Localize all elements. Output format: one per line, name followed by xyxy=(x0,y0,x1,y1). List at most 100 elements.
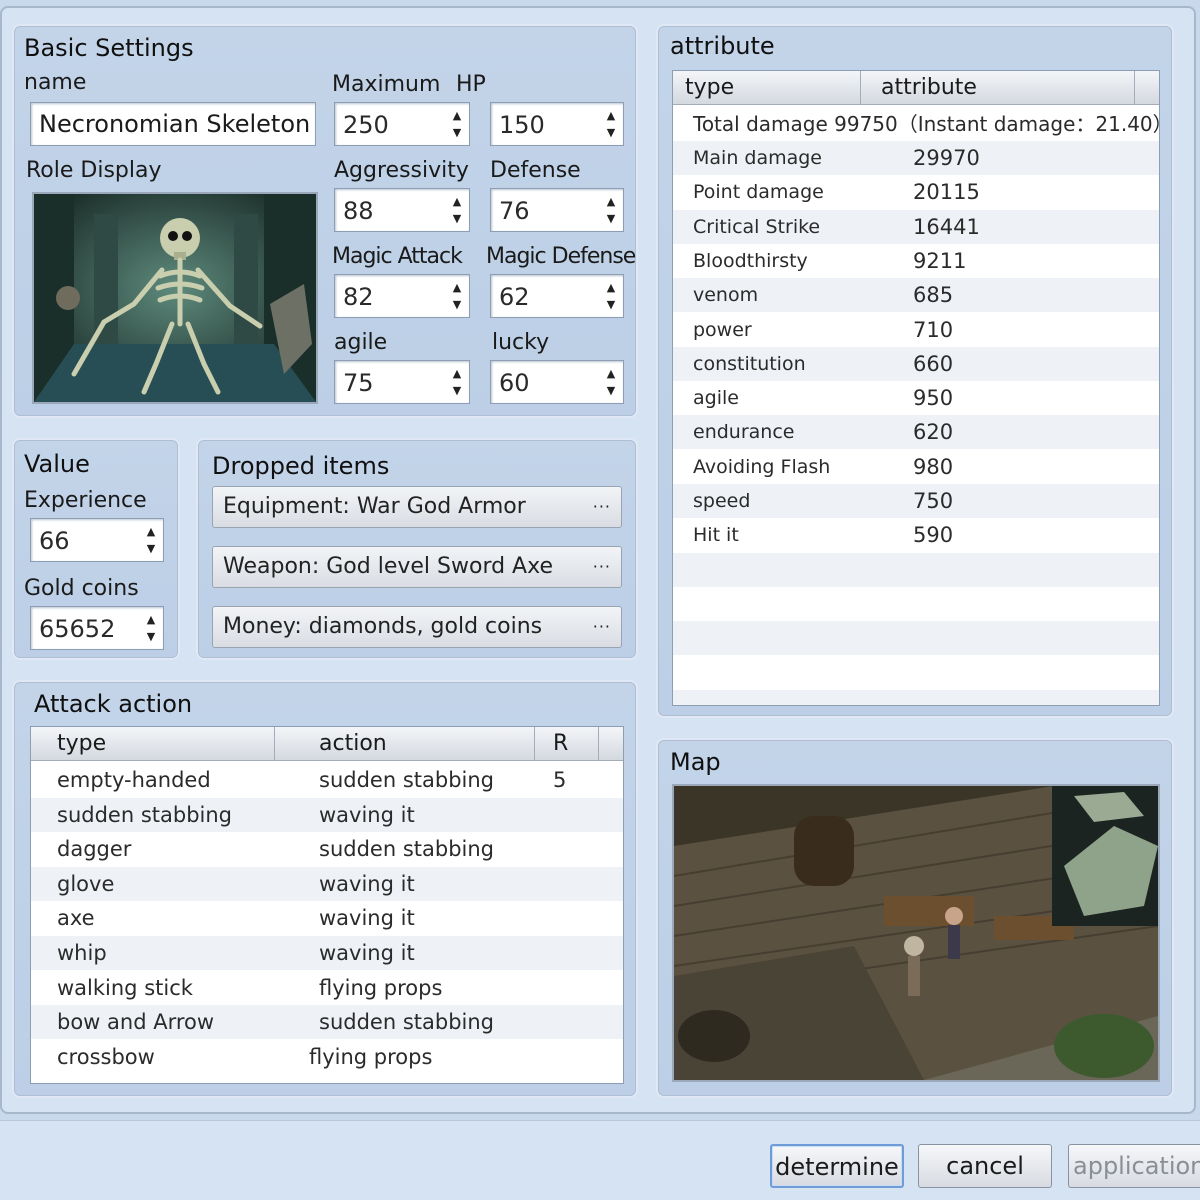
total-damage-row[interactable]: Total damage 99750（Instant damage：21.40） xyxy=(673,107,1159,141)
spin-up-icon[interactable]: ▲ xyxy=(449,365,465,382)
agile-spinner[interactable]: 75 ▲ ▼ xyxy=(334,360,470,404)
spin-up-icon[interactable]: ▲ xyxy=(143,523,159,540)
attribute-type-cell: power xyxy=(693,318,752,341)
more-icon: ··· xyxy=(592,617,611,636)
table-row[interactable] xyxy=(673,621,1159,656)
attack-action-cell: waving it xyxy=(319,906,415,931)
defense-value: 76 xyxy=(499,197,530,225)
dropped-item-label: Equipment: War God Armor xyxy=(223,494,526,519)
spin-up-icon[interactable]: ▲ xyxy=(603,107,619,124)
application-button[interactable]: application xyxy=(1068,1144,1200,1188)
table-row[interactable]: Avoiding Flash 980 xyxy=(673,450,1159,484)
magic-defense-spinner[interactable]: 62 ▲ ▼ xyxy=(490,274,624,318)
table-row[interactable] xyxy=(673,587,1159,621)
attribute-type-cell: Main damage xyxy=(693,147,823,169)
attack-action-table: type action R empty-handed sudden stabbin… xyxy=(30,726,624,1084)
spin-up-icon[interactable]: ▲ xyxy=(603,193,619,210)
spin-up-icon[interactable]: ▲ xyxy=(143,611,159,628)
maximum-spinner[interactable]: 250 ▲ ▼ xyxy=(334,102,470,146)
spin-down-icon[interactable]: ▼ xyxy=(449,124,465,141)
table-row[interactable]: whip waving it xyxy=(31,936,623,970)
spin-down-icon[interactable]: ▼ xyxy=(603,296,619,313)
cancel-button[interactable]: cancel xyxy=(918,1144,1052,1188)
table-row[interactable]: Bloodthirsty 9211 xyxy=(673,244,1159,278)
spin-up-icon[interactable]: ▲ xyxy=(449,279,465,296)
spin-down-icon[interactable]: ▼ xyxy=(143,628,159,645)
table-row[interactable]: crossbow flying props xyxy=(31,1040,623,1074)
table-row[interactable]: Main damage 29970 xyxy=(673,141,1159,175)
table-row[interactable]: venom 685 xyxy=(673,278,1159,313)
table-row[interactable]: dagger sudden stabbing xyxy=(31,832,623,866)
table-row[interactable]: Hit it 590 xyxy=(673,518,1159,552)
hp-label: HP xyxy=(456,72,486,97)
table-row[interactable]: glove waving it xyxy=(31,866,623,901)
map-image[interactable] xyxy=(672,784,1160,1082)
attack-type-cell: dagger xyxy=(57,837,132,862)
basic-settings-title: Basic Settings xyxy=(24,34,194,62)
column-header-type[interactable]: type xyxy=(673,71,861,105)
column-header-attribute[interactable]: attribute xyxy=(861,71,1135,105)
attack-action-cell: sudden stabbing xyxy=(319,837,494,862)
column-header-r[interactable]: R xyxy=(535,727,599,761)
attribute-type-cell: speed xyxy=(693,490,751,512)
dropped-item-money-button[interactable]: Money: diamonds, gold coins ··· xyxy=(212,606,622,648)
table-row[interactable] xyxy=(673,552,1159,587)
magic-attack-label: Magic Attack xyxy=(332,244,463,269)
determine-button[interactable]: determine xyxy=(770,1144,904,1188)
spin-up-icon[interactable]: ▲ xyxy=(603,365,619,382)
table-row[interactable]: Point damage 20115 xyxy=(673,175,1159,209)
attack-type-cell: sudden stabbing xyxy=(57,802,232,827)
spin-down-icon[interactable]: ▼ xyxy=(603,382,619,399)
table-row[interactable]: empty-handed sudden stabbing 5 xyxy=(31,763,623,797)
gold-coins-spinner[interactable]: 65652 ▲ ▼ xyxy=(30,606,164,650)
column-header-action[interactable]: action xyxy=(275,727,535,761)
table-row[interactable] xyxy=(673,689,1159,705)
dropped-item-label: Money: diamonds, gold coins xyxy=(223,614,543,639)
spin-down-icon[interactable]: ▼ xyxy=(603,210,619,227)
map-panel: Map xyxy=(656,738,1174,1098)
attribute-type-cell: Bloodthirsty xyxy=(693,249,808,272)
table-row[interactable]: constitution 660 xyxy=(673,346,1159,381)
table-row[interactable]: speed 750 xyxy=(673,484,1159,518)
table-row[interactable]: bow and Arrow sudden stabbing xyxy=(31,1005,623,1040)
hp-value: 150 xyxy=(499,111,545,139)
spin-down-icon[interactable]: ▼ xyxy=(449,210,465,227)
spin-up-icon[interactable]: ▲ xyxy=(449,107,465,124)
hp-spinner[interactable]: 150 ▲ ▼ xyxy=(490,102,624,146)
skeleton-icon xyxy=(34,194,316,402)
column-header-type[interactable]: type xyxy=(31,727,275,761)
table-row[interactable]: Critical Strike 16441 xyxy=(673,209,1159,244)
dropped-item-weapon-button[interactable]: Weapon: God level Sword Axe ··· xyxy=(212,546,622,588)
aggressivity-spinner[interactable]: 88 ▲ ▼ xyxy=(334,188,470,232)
table-row[interactable]: agile 950 xyxy=(673,381,1159,415)
spin-down-icon[interactable]: ▼ xyxy=(449,296,465,313)
spin-up-icon[interactable]: ▲ xyxy=(603,279,619,296)
lucky-spinner[interactable]: 60 ▲ ▼ xyxy=(490,360,624,404)
magic-attack-spinner[interactable]: 82 ▲ ▼ xyxy=(334,274,470,318)
table-row[interactable]: walking stick flying props xyxy=(31,971,623,1005)
dropped-item-equipment-button[interactable]: Equipment: War God Armor ··· xyxy=(212,486,622,528)
attribute-value-cell: 660 xyxy=(913,351,954,376)
spin-down-icon[interactable]: ▼ xyxy=(449,382,465,399)
defense-spinner[interactable]: 76 ▲ ▼ xyxy=(490,188,624,232)
table-row[interactable]: axe waving it xyxy=(31,901,623,935)
spin-down-icon[interactable]: ▼ xyxy=(603,124,619,141)
table-row[interactable] xyxy=(673,656,1159,690)
name-input[interactable]: Necronomian Skeleton xyxy=(30,102,316,146)
attack-type-cell: axe xyxy=(57,906,95,931)
lucky-value: 60 xyxy=(499,369,530,397)
defense-label: Defense xyxy=(490,158,581,183)
table-row[interactable]: endurance 620 xyxy=(673,415,1159,450)
aggressivity-value: 88 xyxy=(343,197,374,225)
attack-r-cell: 5 xyxy=(553,768,567,792)
attack-type-cell: glove xyxy=(57,871,115,896)
experience-spinner[interactable]: 66 ▲ ▼ xyxy=(30,518,164,562)
attribute-type-cell: Point damage xyxy=(693,181,824,204)
table-row[interactable]: power 710 xyxy=(673,313,1159,347)
spin-up-icon[interactable]: ▲ xyxy=(449,193,465,210)
dropped-item-label: Weapon: God level Sword Axe xyxy=(223,554,553,579)
attribute-type-cell: Hit it xyxy=(693,524,739,547)
attribute-value-cell: 980 xyxy=(913,454,954,479)
spin-down-icon[interactable]: ▼ xyxy=(143,540,159,557)
table-row[interactable]: sudden stabbing waving it xyxy=(31,797,623,832)
